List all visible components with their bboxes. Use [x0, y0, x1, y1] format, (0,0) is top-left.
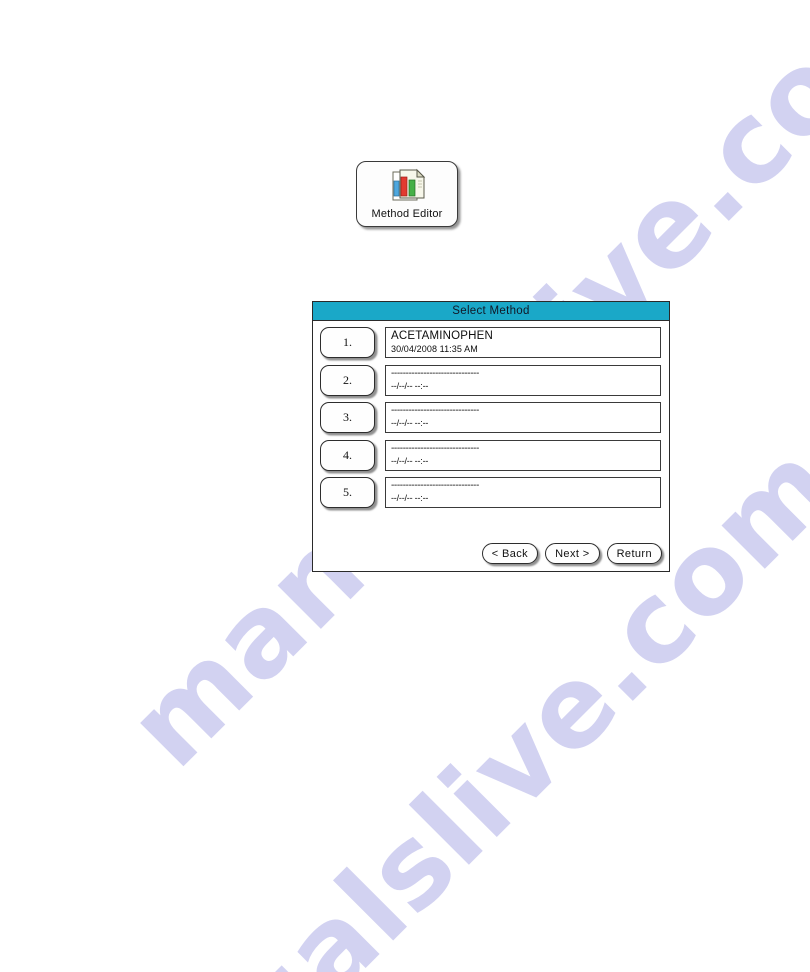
method-row: 5. ------------------------------ --/--/…	[320, 477, 661, 510]
method-info-4[interactable]: ------------------------------ --/--/-- …	[385, 439, 661, 471]
method-timestamp: --/--/-- --:--	[391, 418, 429, 428]
method-info-1[interactable]: ACETAMINOPHEN 30/04/2008 11:35 AM	[385, 327, 661, 358]
return-button[interactable]: Return	[606, 543, 662, 564]
method-slot-button-5[interactable]: 5.	[320, 477, 375, 508]
method-timestamp: --/--/-- --:--	[391, 493, 429, 503]
method-timestamp: --/--/-- --:--	[391, 380, 429, 391]
dialog-footer: < Back Next > Return	[481, 543, 662, 564]
method-slot-button-1[interactable]: 1.	[320, 327, 375, 358]
method-editor-document-icon	[384, 167, 430, 205]
method-info-2[interactable]: ------------------------------ --/--/-- …	[385, 364, 661, 396]
next-button[interactable]: Next >	[545, 543, 600, 564]
method-info-5[interactable]: ------------------------------ --/--/-- …	[385, 477, 661, 508]
dialog-titlebar: Select Method	[313, 302, 669, 321]
method-slot-button-4[interactable]: 4.	[320, 439, 375, 471]
dialog-title: Select Method	[452, 305, 530, 317]
method-name: ------------------------------	[391, 367, 479, 379]
method-info-3[interactable]: ------------------------------ --/--/-- …	[385, 402, 661, 433]
method-slot-button-3[interactable]: 3.	[320, 402, 375, 433]
method-editor-label: Method Editor	[371, 208, 443, 220]
method-row: 1. ACETAMINOPHEN 30/04/2008 11:35 AM	[320, 327, 661, 360]
method-timestamp: --/--/-- --:--	[391, 455, 429, 466]
method-slot-button-2[interactable]: 2.	[320, 364, 375, 396]
method-editor-button[interactable]: Method Editor	[356, 161, 458, 227]
method-name: ------------------------------	[391, 442, 479, 454]
method-name: ACETAMINOPHEN	[391, 330, 494, 342]
select-method-dialog: Select Method 1. ACETAMINOPHEN 30/04/200…	[312, 301, 670, 572]
method-row: 4. ------------------------------ --/--/…	[320, 439, 661, 473]
method-row: 2. ------------------------------ --/--/…	[320, 364, 661, 398]
method-name: ------------------------------	[391, 405, 479, 416]
method-list: 1. ACETAMINOPHEN 30/04/2008 11:35 AM 2. …	[313, 321, 669, 510]
method-timestamp: 30/04/2008 11:35 AM	[391, 344, 478, 354]
back-button[interactable]: < Back	[481, 543, 539, 564]
method-row: 3. ------------------------------ --/--/…	[320, 402, 661, 435]
method-name: ------------------------------	[391, 480, 479, 491]
